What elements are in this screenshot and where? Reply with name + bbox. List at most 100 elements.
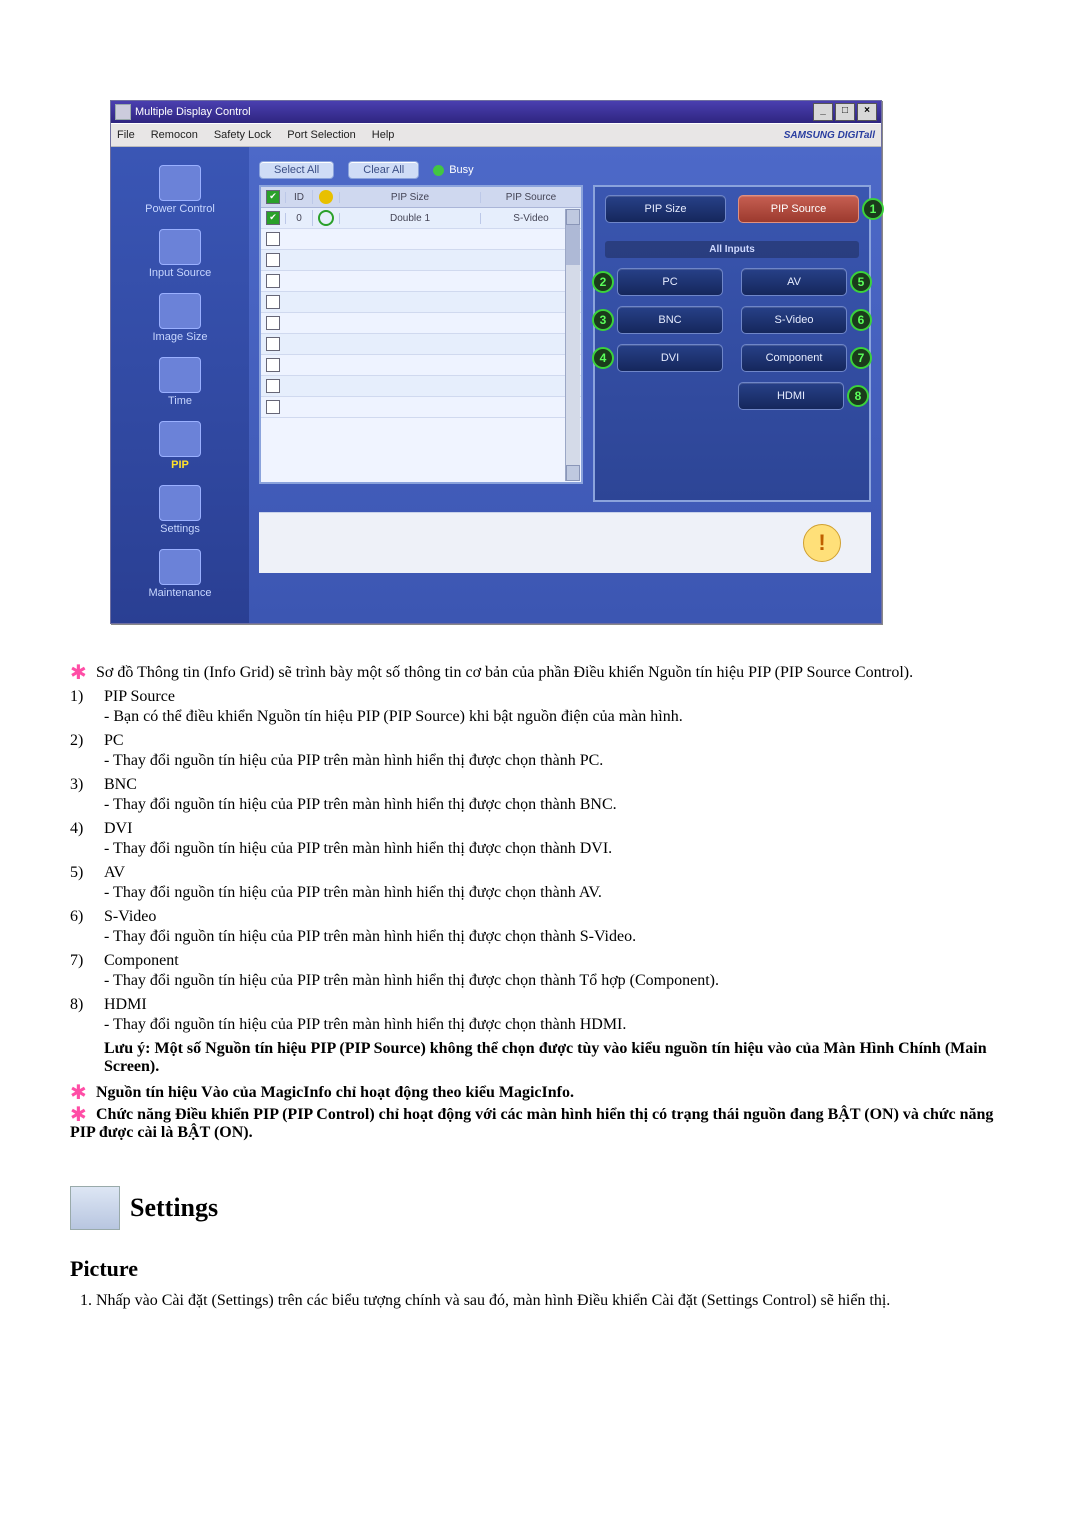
select-all-button[interactable]: Select All <box>259 161 334 179</box>
row-checkbox[interactable] <box>266 253 280 267</box>
list-title: PC <box>104 732 1010 750</box>
list-desc: - Thay đổi nguồn tín hiệu của PIP trên m… <box>104 1016 1010 1034</box>
col-pip-source[interactable]: PIP Source <box>480 192 581 203</box>
list-number: 8) <box>70 996 83 1014</box>
sidebar-item-image-size[interactable]: Image Size <box>115 293 245 343</box>
list-desc: - Thay đổi nguồn tín hiệu của PIP trên m… <box>104 752 1010 770</box>
pc-button[interactable]: 2 PC <box>617 268 723 296</box>
list-title: BNC <box>104 776 1010 794</box>
table-row[interactable] <box>261 397 581 418</box>
row-checkbox[interactable] <box>266 358 280 372</box>
table-row[interactable] <box>261 271 581 292</box>
scroll-down-button[interactable] <box>566 465 580 481</box>
svideo-button[interactable]: S-Video 6 <box>741 306 847 334</box>
menu-port-selection[interactable]: Port Selection <box>287 129 355 141</box>
pip-icon <box>159 421 201 457</box>
menu-safety-lock[interactable]: Safety Lock <box>214 129 271 141</box>
scroll-up-button[interactable] <box>566 209 580 225</box>
scroll-thumb[interactable] <box>566 225 580 265</box>
list-title: PIP Source <box>104 688 1010 706</box>
sidebar-item-maintenance[interactable]: Maintenance <box>115 549 245 599</box>
row-checkbox[interactable] <box>266 337 280 351</box>
sidebar-label: Power Control <box>115 203 245 215</box>
av-button[interactable]: AV 5 <box>741 268 847 296</box>
sidebar-label: Time <box>115 395 245 407</box>
pip-source-button[interactable]: PIP Source 1 <box>738 195 859 223</box>
table-row[interactable] <box>261 313 581 334</box>
badge-5: 5 <box>850 271 872 293</box>
list-item: 8) HDMI - Thay đổi nguồn tín hiệu của PIP … <box>70 996 1010 1034</box>
clear-all-button[interactable]: Clear All <box>348 161 419 179</box>
header-checkbox[interactable] <box>266 190 280 204</box>
list-number: 2) <box>70 732 83 750</box>
col-id[interactable]: ID <box>285 192 312 203</box>
star-icon: ✱ <box>70 666 86 682</box>
btn-label: PIP Size <box>645 203 687 215</box>
row-checkbox[interactable] <box>266 295 280 309</box>
table-row[interactable]: 0 Double 1 S-Video <box>261 208 581 229</box>
list-desc: - Thay đổi nguồn tín hiệu của PIP trên m… <box>104 796 1010 814</box>
sidebar-item-time[interactable]: Time <box>115 357 245 407</box>
cell-size: Double 1 <box>339 213 480 224</box>
sidebar-item-pip[interactable]: PIP <box>115 421 245 471</box>
sidebar-item-settings[interactable]: Settings <box>115 485 245 535</box>
window-title: Multiple Display Control <box>135 106 251 118</box>
minimize-button[interactable]: _ <box>813 103 833 121</box>
list-number: 1) <box>70 688 83 706</box>
row-checkbox[interactable] <box>266 274 280 288</box>
sidebar-item-input[interactable]: Input Source <box>115 229 245 279</box>
component-button[interactable]: Component 7 <box>741 344 847 372</box>
maximize-button[interactable]: □ <box>835 103 855 121</box>
row-checkbox[interactable] <box>266 211 280 225</box>
list-number: 4) <box>70 820 83 838</box>
row-checkbox[interactable] <box>266 400 280 414</box>
row-checkbox[interactable] <box>266 316 280 330</box>
table-row[interactable] <box>261 250 581 271</box>
workarea: Select All Clear All Busy ID PI <box>249 147 881 623</box>
col-pip-size[interactable]: PIP Size <box>339 192 480 203</box>
table-row[interactable] <box>261 355 581 376</box>
dvi-button[interactable]: 4 DVI <box>617 344 723 372</box>
btn-label: DVI <box>661 352 679 364</box>
btn-label: HDMI <box>777 390 805 402</box>
table-row[interactable] <box>261 376 581 397</box>
star-icon: ✱ <box>70 1086 86 1102</box>
app-window: Multiple Display Control _ □ × File Remo… <box>110 100 882 624</box>
hdmi-button[interactable]: HDMI 8 <box>738 382 844 410</box>
list-desc: - Bạn có thể điều khiển Nguồn tín hiệu P… <box>104 708 1010 726</box>
menu-file[interactable]: File <box>117 129 135 141</box>
row-checkbox[interactable] <box>266 379 280 393</box>
titlebar[interactable]: Multiple Display Control _ □ × <box>111 101 881 123</box>
sidebar-label: Maintenance <box>115 587 245 599</box>
table-row[interactable] <box>261 229 581 250</box>
picture-list: Nhấp vào Cài đặt (Settings) trên các biể… <box>76 1292 1010 1310</box>
badge-8: 8 <box>847 385 869 407</box>
menubar: File Remocon Safety Lock Port Selection … <box>111 123 881 147</box>
settings-section-icon <box>70 1186 120 1230</box>
menu-help[interactable]: Help <box>372 129 395 141</box>
btn-label: S-Video <box>775 314 814 326</box>
list-item: 6)S-Video- Thay đổi nguồn tín hiệu của P… <box>70 908 1010 946</box>
list-number: 6) <box>70 908 83 926</box>
table-row[interactable] <box>261 334 581 355</box>
bnc-button[interactable]: 3 BNC <box>617 306 723 334</box>
badge-1: 1 <box>862 198 884 220</box>
grid-scrollbar[interactable] <box>565 209 580 481</box>
list-item: 1) PIP Source - Bạn có thể điều khiển Nguồ… <box>70 688 1010 726</box>
btn-label: AV <box>787 276 801 288</box>
picture-step-1: Nhấp vào Cài đặt (Settings) trên các biể… <box>96 1292 1010 1310</box>
alert-icon: ! <box>803 524 841 562</box>
app-icon <box>115 104 131 120</box>
sidebar-item-power[interactable]: Power Control <box>115 165 245 215</box>
list-number: 7) <box>70 952 83 970</box>
list-title: HDMI <box>104 996 1010 1014</box>
close-button[interactable]: × <box>857 103 877 121</box>
pip-size-button[interactable]: PIP Size <box>605 195 726 223</box>
list-number: 3) <box>70 776 83 794</box>
row-checkbox[interactable] <box>266 232 280 246</box>
btn-label: BNC <box>658 314 681 326</box>
table-row[interactable] <box>261 292 581 313</box>
badge-7: 7 <box>850 347 872 369</box>
badge-3: 3 <box>592 309 614 331</box>
menu-remocon[interactable]: Remocon <box>151 129 198 141</box>
